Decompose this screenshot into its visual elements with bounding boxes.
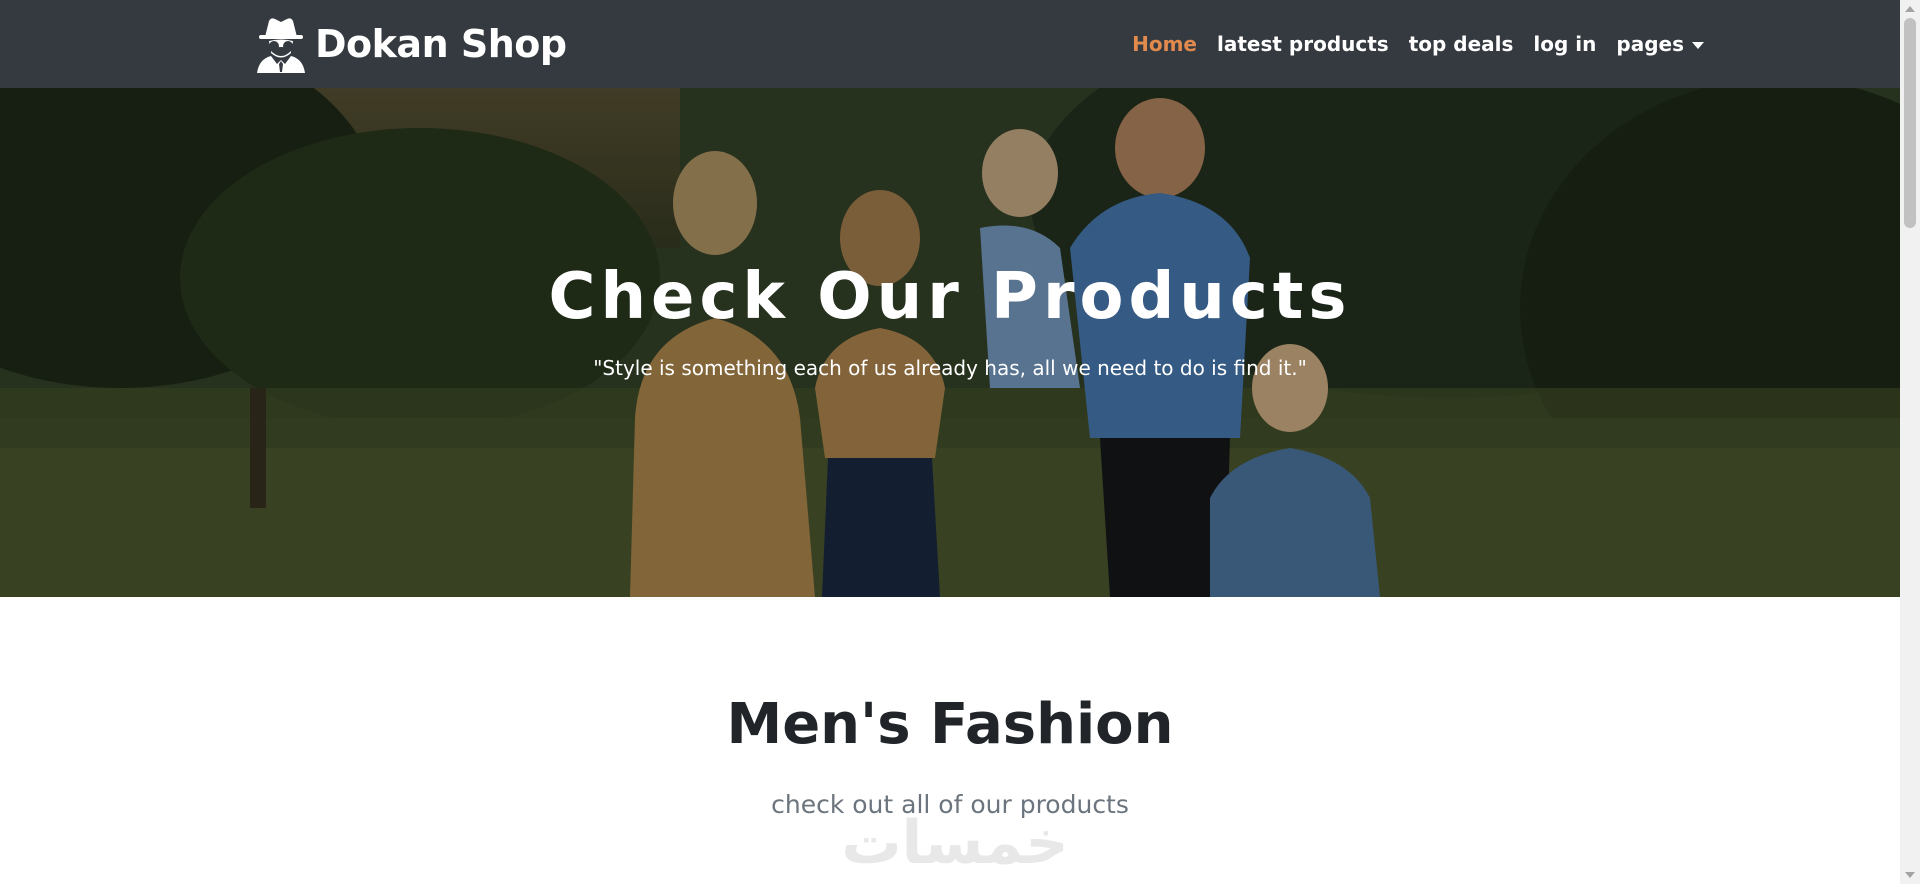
nav-dropdown-label: pages bbox=[1616, 32, 1684, 56]
hero-overlay bbox=[0, 88, 1900, 597]
spy-icon bbox=[257, 18, 305, 73]
nav-menu: Home latest products top deals log in pa… bbox=[1132, 0, 1704, 88]
hero-quote: "Style is something each of us already h… bbox=[593, 356, 1307, 380]
scroll-thumb[interactable] bbox=[1904, 18, 1916, 228]
brand-name: Dokan Shop bbox=[315, 22, 567, 66]
brand-logo-link[interactable]: Dokan Shop bbox=[255, 8, 567, 80]
vertical-scrollbar[interactable] bbox=[1900, 0, 1920, 884]
watermark-logo: خمسات bbox=[841, 808, 1069, 878]
hero-title: Check Our Products bbox=[548, 260, 1352, 334]
nav-dropdown-pages[interactable]: pages bbox=[1616, 32, 1704, 56]
caret-down-icon bbox=[1692, 41, 1704, 49]
nav-link-latest-products[interactable]: latest products bbox=[1217, 32, 1389, 56]
section-title: Men's Fashion bbox=[726, 692, 1174, 757]
navbar: Dokan Shop Home latest products top deal… bbox=[0, 0, 1900, 88]
scroll-down-icon[interactable] bbox=[1905, 872, 1915, 878]
nav-link-top-deals[interactable]: top deals bbox=[1409, 32, 1514, 56]
nav-link-log-in[interactable]: log in bbox=[1533, 32, 1596, 56]
scroll-up-icon[interactable] bbox=[1905, 6, 1915, 12]
hero-banner: Check Our Products "Style is something e… bbox=[0, 88, 1900, 597]
nav-link-home[interactable]: Home bbox=[1132, 32, 1197, 56]
